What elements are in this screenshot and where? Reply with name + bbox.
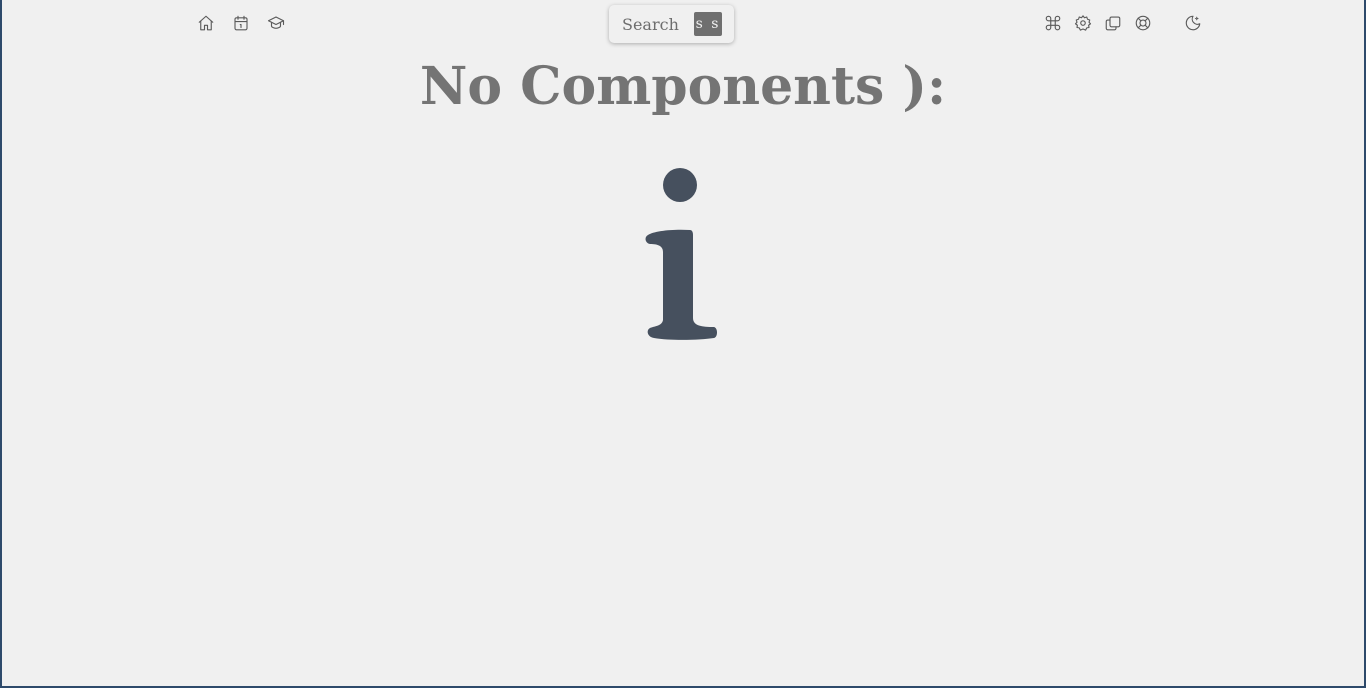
search-box[interactable]: Search s s bbox=[609, 5, 734, 43]
search-shortcut-badge: s s bbox=[694, 12, 722, 36]
home-icon[interactable] bbox=[195, 12, 217, 34]
info-icon bbox=[632, 160, 732, 350]
moon-icon[interactable] bbox=[1182, 12, 1204, 34]
app-window: Search s s No Components ): bbox=[0, 0, 1366, 688]
gear-icon[interactable] bbox=[1072, 12, 1094, 34]
graduation-cap-icon[interactable] bbox=[265, 12, 287, 34]
calendar-icon[interactable] bbox=[230, 12, 252, 34]
search-label: Search bbox=[622, 15, 679, 34]
lifebuoy-icon[interactable] bbox=[1132, 12, 1154, 34]
copy-icon[interactable] bbox=[1102, 12, 1124, 34]
empty-state-title: No Components ): bbox=[419, 56, 947, 117]
command-icon[interactable] bbox=[1042, 12, 1064, 34]
